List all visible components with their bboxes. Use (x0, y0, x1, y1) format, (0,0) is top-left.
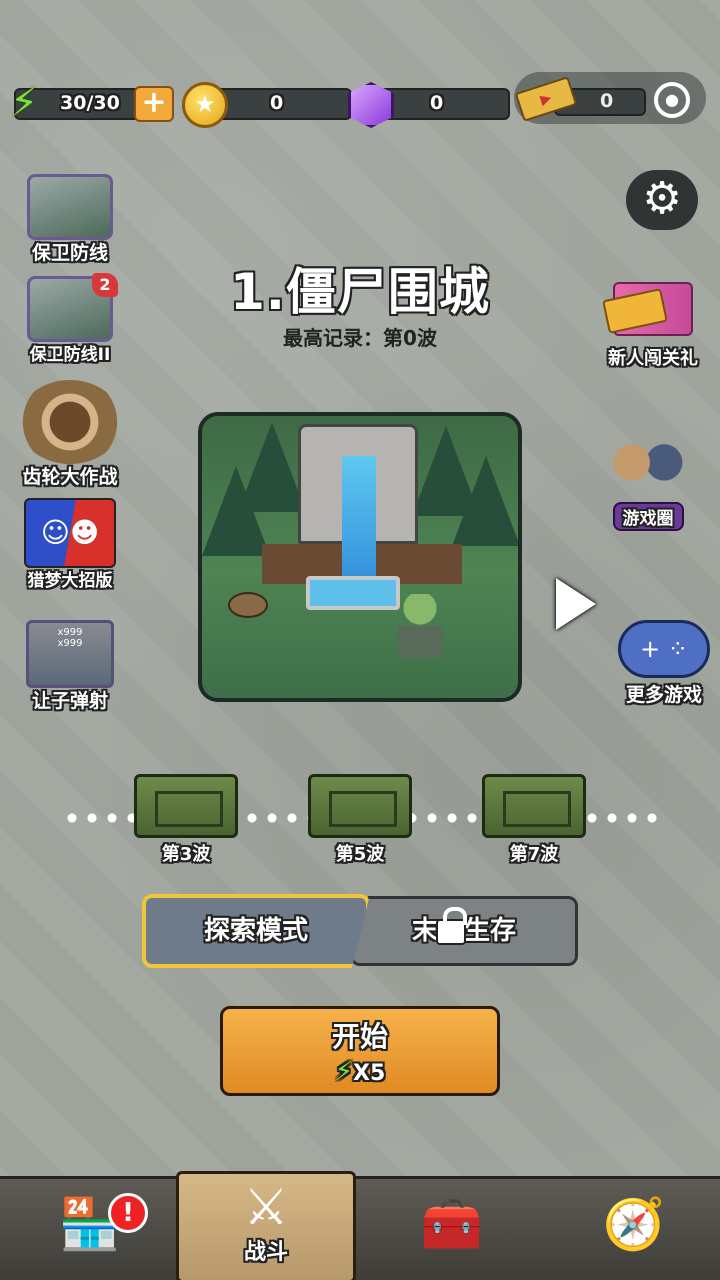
gamepad-icon: + ⁘ (618, 620, 710, 678)
nav-map[interactable]: 🧭 (544, 1179, 720, 1280)
next-level-arrow-icon[interactable] (556, 578, 596, 630)
waterfall (342, 456, 376, 596)
lightning-icon: ⚡ (10, 80, 39, 126)
alert-badge: ! (108, 1193, 148, 1233)
side-game-3-label: 齿轮大作战 (22, 466, 118, 488)
crate-icon (308, 774, 412, 838)
gear-icon (18, 380, 122, 464)
gem-counter: 0 (348, 82, 518, 128)
ticket-counter[interactable]: ▶ 0 ● (514, 72, 706, 124)
add-energy-button[interactable]: + (134, 86, 174, 122)
survival-mode-button[interactable]: 末生存 (350, 896, 578, 966)
cannon-thumbnail: x999 x999 (26, 620, 114, 688)
wave-reward-crate[interactable]: 第7波 (482, 774, 586, 866)
nav-shop[interactable]: 🏪 ! (0, 1179, 180, 1280)
shop-icon: 🏪 (58, 1195, 122, 1253)
cannon-count-top: x999 (57, 627, 83, 638)
crate-icon (134, 774, 238, 838)
energy-counter: ⚡ 30/30 + (10, 80, 174, 126)
versus-thumbnail: ☺☻ (24, 498, 116, 568)
survival-label-right: 生存 (464, 916, 517, 946)
nav-battle-label: 战斗 (243, 1240, 288, 1265)
wave-reward-crate[interactable]: 第5波 (308, 774, 412, 866)
side-game-4[interactable]: ☺☻ 猎梦大招版 (8, 498, 132, 591)
newbie-gift[interactable]: 新人闯关礼 (588, 282, 718, 370)
side-game-5[interactable]: x999 x999 让子弹射 (8, 620, 132, 713)
side-game-3[interactable]: 齿轮大作战 (4, 380, 136, 489)
lightning-icon: ⚡ (334, 1057, 353, 1087)
more-games[interactable]: + ⁘ 更多游戏 (608, 620, 720, 707)
wave-label: 第7波 (509, 844, 559, 865)
level-map[interactable] (198, 412, 522, 702)
nav-armory[interactable]: 🧰 (362, 1179, 542, 1280)
soldier-thumbnail (27, 174, 113, 240)
coin-counter: ★ 0 (182, 82, 352, 128)
game-circle-icon (594, 430, 702, 502)
weapon-crate-icon: 🧰 (420, 1195, 484, 1253)
cannon-count-bottom: x999 (57, 638, 83, 649)
side-game-4-label: 猎梦大招版 (27, 571, 113, 591)
gem-value: 0 (430, 92, 444, 114)
explore-mode-button[interactable]: 探索模式 (142, 894, 370, 968)
newbie-gift-label: 新人闯关礼 (608, 348, 698, 369)
gift-icon (613, 282, 693, 336)
wave-label: 第5波 (335, 844, 385, 865)
settings-gear-button[interactable]: ⚙ (626, 170, 698, 230)
coin-value: 0 (270, 92, 284, 114)
water-pool (306, 576, 400, 610)
map-scroll-icon: 🧭 (602, 1195, 666, 1253)
start-label: 开始 (331, 1020, 388, 1053)
start-cost: ⚡X5 (223, 1057, 497, 1087)
nav-battle[interactable]: ⚔ 战斗 (176, 1171, 356, 1280)
zombie-character (398, 594, 442, 658)
ticket-value: 0 (600, 90, 614, 112)
tree-stump (228, 592, 268, 618)
game-circle[interactable]: 游戏圈 (584, 430, 712, 531)
crate-icon (482, 774, 586, 838)
start-button[interactable]: 开始 ⚡X5 (220, 1006, 500, 1096)
record-icon[interactable]: ● (654, 82, 690, 118)
coin-icon: ★ (182, 82, 228, 128)
wave-reward-crate[interactable]: 第3波 (134, 774, 238, 866)
pine-tree (202, 466, 270, 556)
survival-label-left: 末 (411, 916, 438, 946)
more-games-label: 更多游戏 (625, 684, 702, 706)
start-cost-value: X5 (352, 1061, 386, 1086)
side-game-5-label: 让子弹射 (31, 690, 108, 712)
wave-label: 第3波 (161, 844, 211, 865)
pine-tree (452, 456, 518, 546)
energy-value: 30/30 (60, 92, 120, 114)
lock-icon (436, 906, 467, 945)
crossed-rifles-icon: ⚔ (243, 1178, 289, 1236)
bottom-navigation: 🏪 ! ⚔ 战斗 🧰 🧭 (0, 1171, 720, 1280)
game-circle-label: 游戏圈 (612, 502, 684, 531)
